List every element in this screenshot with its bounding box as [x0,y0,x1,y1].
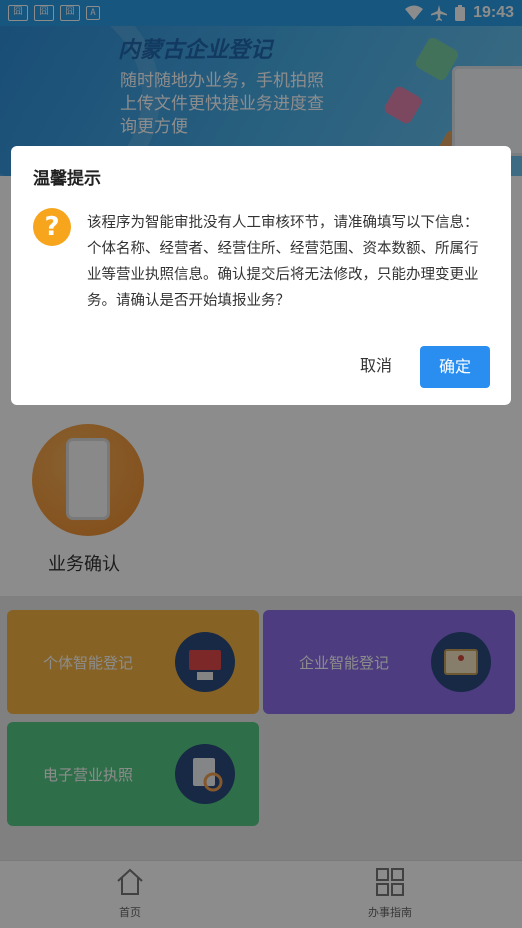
dialog-message: 该程序为智能审批没有人工审核环节，请准确填写以下信息：个体名称、经营者、经营住所… [87,215,479,309]
confirm-button[interactable]: 确定 [420,346,490,388]
modal-overlay[interactable] [0,0,522,928]
cancel-button[interactable]: 取消 [351,346,401,386]
question-icon: ? [33,208,71,246]
dialog-title: 温馨提示 [33,169,101,189]
warning-dialog: 温馨提示 ? 该程序为智能审批没有人工审核环节，请准确填写以下信息：个体名称、经… [11,146,511,405]
